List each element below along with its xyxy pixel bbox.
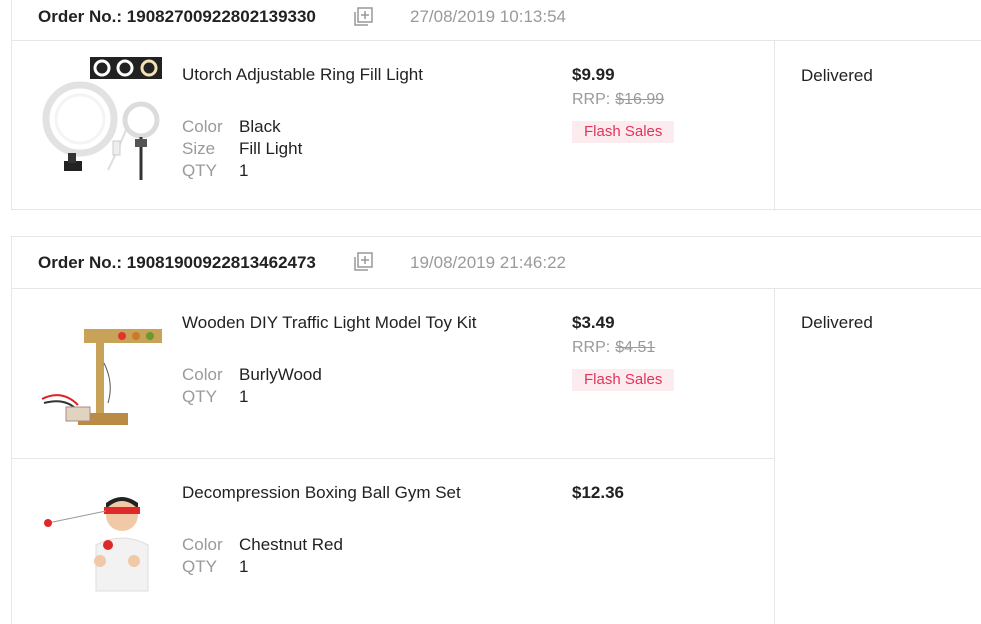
order-item: Decompression Boxing Ball Gym Set Color … (12, 458, 775, 624)
product-title[interactable]: Wooden DIY Traffic Light Model Toy Kit (182, 313, 477, 333)
product-title[interactable]: Decompression Boxing Ball Gym Set (182, 483, 461, 503)
rrp-price: $4.51 (615, 339, 656, 356)
copy-icon[interactable] (352, 251, 374, 273)
rrp: RRP: $16.99 (572, 91, 664, 109)
product-attributes: Color Chestnut Red QTY 1 (182, 534, 343, 578)
attr-label: Size (182, 139, 216, 158)
order-number: Order No.: 19081900922813462473 (38, 253, 316, 273)
attr-value: Chestnut Red (239, 535, 343, 554)
ring-light-product-image[interactable] (38, 55, 166, 183)
attr-value: Fill Light (239, 139, 303, 158)
attr-row: QTY 1 (182, 556, 343, 578)
rrp: RRP: $4.51 (572, 339, 655, 357)
attr-row: Color BurlyWood (182, 364, 322, 386)
price: $12.36 (572, 483, 624, 502)
attr-row: QTY 1 (182, 386, 322, 408)
attr-value: 1 (239, 161, 249, 180)
attr-label: Color (182, 117, 223, 136)
flash-sales-badge: Flash Sales (572, 121, 675, 143)
price: $3.49 (572, 313, 615, 332)
attr-value: Black (239, 117, 281, 136)
flash-sales-badge: Flash Sales (572, 369, 675, 391)
price: $9.99 (572, 65, 615, 84)
order-card: Order No.: 19082700922802139330 27/08/20… (11, 0, 981, 211)
attr-row: Color Black (182, 116, 302, 138)
order-date: 19/08/2019 21:46:22 (410, 253, 566, 272)
order-status: Delivered (801, 313, 873, 332)
order-number-label: Order No.: (38, 7, 123, 26)
order-header: Order No.: 19081900922813462473 19/08/20… (12, 237, 981, 289)
order-date: 27/08/2019 10:13:54 (410, 7, 566, 26)
attr-label: Color (182, 365, 223, 384)
order-status: Delivered (801, 66, 873, 85)
order-header: Order No.: 19082700922802139330 27/08/20… (12, 0, 981, 41)
attr-label: QTY (182, 557, 217, 576)
attr-value: 1 (239, 557, 249, 576)
order-number-value: 19082700922802139330 (126, 7, 316, 26)
rrp-label: RRP: (572, 339, 611, 356)
attr-row: QTY 1 (182, 160, 302, 182)
product-attributes: Color BurlyWood QTY 1 (182, 364, 322, 408)
rrp-price: $16.99 (615, 91, 665, 108)
order-number-label: Order No.: (38, 253, 123, 272)
rrp-label: RRP: (572, 91, 611, 108)
product-attributes: Color Black Size Fill Light QTY 1 (182, 116, 302, 182)
order-number: Order No.: 19082700922802139330 (38, 7, 316, 27)
order-number-value: 19081900922813462473 (126, 253, 316, 272)
attr-value: 1 (239, 387, 249, 406)
traffic-light-kit-product-image[interactable] (38, 303, 166, 431)
product-title[interactable]: Utorch Adjustable Ring Fill Light (182, 65, 423, 85)
order-item: Utorch Adjustable Ring Fill Light Color … (12, 41, 775, 211)
order-card: Order No.: 19081900922813462473 19/08/20… (11, 236, 981, 624)
copy-icon[interactable] (352, 6, 374, 28)
attr-value: BurlyWood (239, 365, 322, 384)
attr-label: QTY (182, 161, 217, 180)
attr-label: QTY (182, 387, 217, 406)
boxing-ball-product-image[interactable] (38, 475, 166, 603)
attr-label: Color (182, 535, 223, 554)
attr-row: Size Fill Light (182, 138, 302, 160)
attr-row: Color Chestnut Red (182, 534, 343, 556)
order-item: Wooden DIY Traffic Light Model Toy Kit C… (12, 289, 775, 458)
